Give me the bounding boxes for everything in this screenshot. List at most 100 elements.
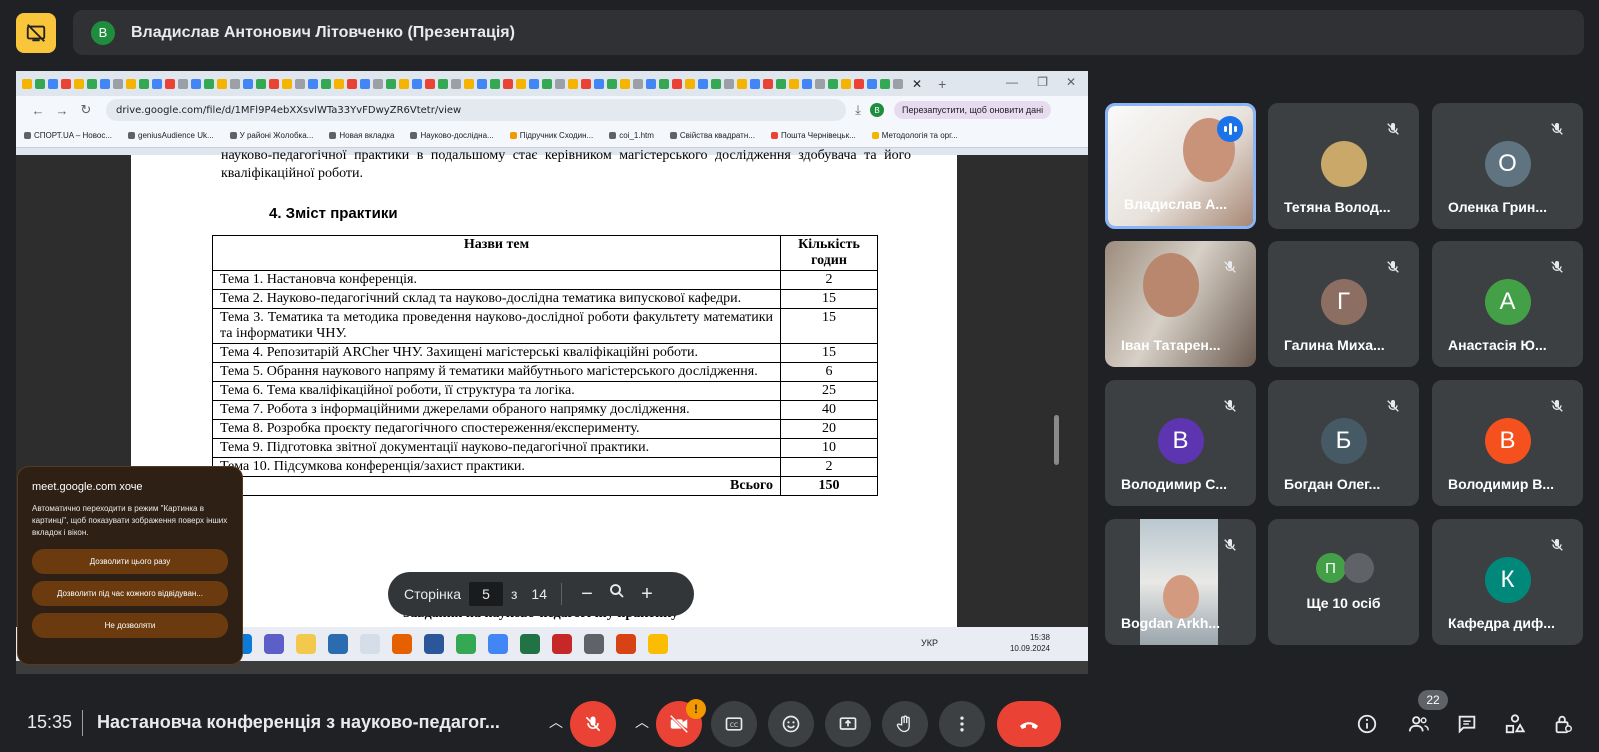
topic-cell: Тема 4. Репозитарій ARCher ЧНУ. Захищені… xyxy=(212,343,781,363)
zoom-icon[interactable] xyxy=(602,582,632,606)
store-icon[interactable] xyxy=(328,634,348,654)
bookmark-item[interactable]: Методологія та орг... xyxy=(871,131,958,140)
raise-hand-button[interactable] xyxy=(882,701,928,747)
camera-warning-badge: ! xyxy=(686,699,706,719)
tab-strip[interactable]: ✕ + xyxy=(16,71,1088,96)
total-pages: 14 xyxy=(531,586,547,602)
hours-cell: 6 xyxy=(780,362,878,382)
pen-icon[interactable] xyxy=(360,634,380,654)
presenter-bar: В Владислав Антонович Літовченко (Презен… xyxy=(73,10,1584,55)
participant-tile[interactable]: Б Богдан Олег... xyxy=(1268,380,1419,506)
hours-cell: 10 xyxy=(780,438,878,458)
scrollbar[interactable] xyxy=(1054,415,1059,465)
hours-cell: 2 xyxy=(780,457,878,477)
participant-tile[interactable]: Тетяна Волод... xyxy=(1268,103,1419,229)
participant-tile[interactable]: Г Галина Миха... xyxy=(1268,241,1419,367)
stop-presenting-icon[interactable] xyxy=(16,13,56,53)
participant-tile[interactable]: О Оленка Грин... xyxy=(1432,103,1583,229)
participant-avatar: П xyxy=(1315,553,1346,583)
office-icon[interactable] xyxy=(616,634,636,654)
new-tab-icon[interactable]: + xyxy=(938,76,946,92)
presenter-title: Владислав Антонович Літовченко (Презента… xyxy=(131,23,515,41)
present-screen-button[interactable] xyxy=(825,701,871,747)
word-icon[interactable] xyxy=(424,634,444,654)
table-row: Тема 10. Підсумкова конференція/захист п… xyxy=(212,457,878,477)
audio-options-chevron-icon[interactable]: ︿ xyxy=(549,712,563,732)
participant-avatar: А xyxy=(1484,279,1531,325)
excel-icon[interactable] xyxy=(520,634,540,654)
app-icon[interactable] xyxy=(648,634,668,654)
reactions-button[interactable] xyxy=(768,701,814,747)
leave-call-button[interactable] xyxy=(997,701,1061,747)
bookmark-item[interactable]: coi_1.htm xyxy=(609,131,654,140)
people-icon[interactable] xyxy=(1404,709,1434,739)
firefox-icon[interactable] xyxy=(392,634,412,654)
back-icon[interactable]: ← xyxy=(26,103,50,118)
chrome-profile-icon[interactable] xyxy=(488,634,508,654)
participant-name: Богдан Олег... xyxy=(1284,476,1381,492)
zoom-in-icon[interactable]: + xyxy=(632,583,662,606)
of-label: з xyxy=(511,586,518,602)
bookmark-item[interactable]: Свійства квадратн... xyxy=(669,131,755,140)
participant-name: Ще 10 осіб xyxy=(1306,595,1381,611)
zoom-out-icon[interactable]: − xyxy=(572,583,602,606)
captions-button[interactable]: CC xyxy=(711,701,757,747)
minimize-icon[interactable]: — xyxy=(1006,75,1018,89)
total-hours: 150 xyxy=(780,476,878,496)
host-controls-icon[interactable] xyxy=(1548,709,1578,739)
forward-icon[interactable]: → xyxy=(50,103,74,118)
calculator-icon[interactable] xyxy=(584,634,604,654)
allow-once-button[interactable]: Дозволити цього разу xyxy=(32,549,228,574)
profile-avatar[interactable]: В xyxy=(870,103,884,117)
chrome-icon[interactable] xyxy=(456,634,476,654)
bookmark-item[interactable]: Підручник Сходин... xyxy=(509,131,593,140)
participant-tile[interactable]: Владислав А... xyxy=(1105,103,1256,229)
bookmark-item[interactable]: geniusAudience Uk... xyxy=(128,131,214,140)
download-icon[interactable]: ⤓ xyxy=(846,102,870,118)
participant-avatar xyxy=(1343,553,1374,583)
restart-button[interactable]: Перезапустити, щоб оновити дані xyxy=(894,101,1052,119)
pdf-reader-icon[interactable] xyxy=(552,634,572,654)
allow-always-button[interactable]: Дозволити під час кожного відвідуван... xyxy=(32,581,228,606)
hours-cell: 15 xyxy=(780,289,878,309)
mic-off-icon xyxy=(1381,255,1405,279)
chat-icon[interactable] xyxy=(1452,709,1482,739)
teams-icon[interactable] xyxy=(264,634,284,654)
bookmark-item[interactable]: У районі Жолобка... xyxy=(229,131,313,140)
mic-off-icon xyxy=(1381,117,1405,141)
address-bar: ← → ↻ drive.google.com/file/d/1MFl9P4ebX… xyxy=(16,96,1088,124)
mic-off-icon xyxy=(1218,533,1242,557)
participant-tile[interactable]: А Анастасія Ю... xyxy=(1432,241,1583,367)
presenter-avatar: В xyxy=(91,20,115,45)
system-clock[interactable]: 15:38 10.09.2024 xyxy=(1010,632,1050,654)
reload-icon[interactable]: ↻ xyxy=(74,102,98,118)
more-options-button[interactable] xyxy=(939,701,985,747)
bookmark-item[interactable]: Науково-дослідна... xyxy=(410,131,494,140)
participant-tile[interactable]: В Володимир С... xyxy=(1105,380,1256,506)
close-window-icon[interactable]: ✕ xyxy=(1066,75,1076,89)
bookmark-item[interactable]: Новая вкладка xyxy=(329,131,394,140)
participant-tile[interactable]: Bogdan Arkh... xyxy=(1105,519,1256,645)
meeting-info-icon[interactable] xyxy=(1352,709,1382,739)
video-options-chevron-icon[interactable]: ︿ xyxy=(635,712,649,732)
activities-icon[interactable] xyxy=(1500,709,1530,739)
total-label: Всього xyxy=(212,476,781,496)
participant-tile[interactable]: К Кафедра диф... xyxy=(1432,519,1583,645)
bookmarks-bar: СПОРТ.UA – Новос... geniusAudience Uk...… xyxy=(16,124,1088,148)
close-tab-icon[interactable]: ✕ xyxy=(912,77,922,91)
others-tile[interactable]: П Ще 10 осіб xyxy=(1268,519,1419,645)
deny-button[interactable]: Не дозволяти xyxy=(32,613,228,638)
bookmark-item[interactable]: СПОРТ.UA – Новос... xyxy=(24,131,112,140)
topic-cell: Тема 8. Розробка проєкту педагогічного с… xyxy=(212,419,781,439)
language-indicator[interactable]: УКР xyxy=(921,638,938,648)
mic-off-icon xyxy=(1381,394,1405,418)
participant-name: Bogdan Arkh... xyxy=(1121,615,1221,631)
participant-tile[interactable]: Іван Татарен... xyxy=(1105,241,1256,367)
mic-toggle-button[interactable] xyxy=(570,701,616,747)
bookmark-item[interactable]: Пошта Чернівецьк... xyxy=(770,131,856,140)
url-input[interactable]: drive.google.com/file/d/1MFl9P4ebXXsvlWT… xyxy=(106,99,846,121)
restore-icon[interactable]: ❐ xyxy=(1037,75,1048,89)
folder-icon[interactable] xyxy=(296,634,316,654)
participant-tile[interactable]: В Володимир В... xyxy=(1432,380,1583,506)
page-number-input[interactable]: 5 xyxy=(469,582,503,606)
